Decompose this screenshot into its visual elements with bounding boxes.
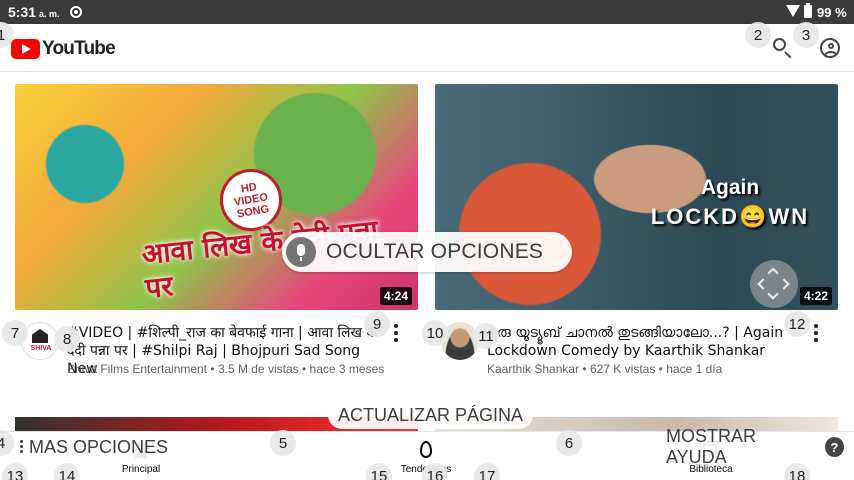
youtube-play-icon bbox=[11, 39, 40, 59]
battery-percent: 99 % bbox=[817, 5, 847, 20]
wifi-icon bbox=[786, 5, 800, 17]
more-actions-icon[interactable] bbox=[390, 324, 402, 344]
channel-name: Shiva Films Entertainment bbox=[67, 362, 208, 376]
more-options-label: MAS OPCIONES bbox=[29, 436, 169, 457]
video-subtitle: Kaarthik Shankar • 627 K vistas • hace 1… bbox=[487, 362, 723, 376]
upload-age: hace 3 meses bbox=[309, 362, 385, 376]
help-icon: ? bbox=[824, 437, 844, 457]
more-actions-icon[interactable] bbox=[810, 324, 822, 344]
voice-number-badge[interactable]: 12 bbox=[784, 311, 810, 337]
upload-age: hace 1 día bbox=[666, 362, 723, 376]
search-icon[interactable] bbox=[768, 34, 796, 62]
app-header: YouTube bbox=[0, 24, 854, 72]
view-count: 3.5 M de vistas bbox=[217, 362, 299, 376]
video-meta: ഒരു യൂട്യൂബ് ചാനൽ തുടങ്ങിയാലോ...? | Agai… bbox=[435, 310, 838, 410]
nav-label: Principal bbox=[121, 464, 161, 475]
trending-icon bbox=[416, 440, 436, 460]
youtube-wordmark: YouTube bbox=[42, 38, 116, 59]
more-options-button[interactable]: MAS OPCIONES bbox=[10, 433, 179, 461]
voice-number-badge[interactable]: 8 bbox=[54, 326, 80, 352]
voice-number-badge[interactable]: 6 bbox=[556, 430, 582, 456]
sync-icon bbox=[70, 6, 82, 18]
video-duration: 4:24 bbox=[379, 287, 412, 305]
hide-options-label: OCULTAR OPCIONES bbox=[326, 240, 544, 263]
refresh-page-label: ACTUALIZAR PÁGINA bbox=[338, 404, 524, 425]
status-bar: 5:31 a. m. 99 % bbox=[0, 0, 854, 24]
voice-number-badge[interactable]: 7 bbox=[2, 320, 28, 346]
channel-name: Kaarthik Shankar bbox=[487, 362, 580, 376]
video-thumbnail[interactable]: HD VIDEO SONG आवा लिख के देदी पन्ना पर 4… bbox=[15, 84, 418, 310]
voice-number-badge[interactable]: 11 bbox=[473, 323, 499, 349]
more-dots-icon bbox=[20, 439, 23, 455]
show-help-label: MOSTRAR AYUDA bbox=[666, 426, 756, 467]
status-ampm: a. m. bbox=[39, 9, 60, 19]
voice-number-badge[interactable]: 2 bbox=[745, 22, 771, 48]
voice-number-badge[interactable]: 9 bbox=[364, 311, 390, 337]
voice-number-badge[interactable]: 3 bbox=[793, 22, 819, 48]
hide-options-button[interactable]: OCULTAR OPCIONES bbox=[282, 232, 572, 272]
microphone-icon[interactable] bbox=[286, 237, 316, 267]
status-time: 5:31 a. m. bbox=[8, 4, 60, 20]
thumbnail-title-text: Again LOCKD😄WN bbox=[650, 176, 810, 229]
account-icon[interactable] bbox=[816, 34, 844, 62]
video-subtitle: Shiva Films Entertainment • 3.5 M de vis… bbox=[67, 362, 385, 376]
battery-icon bbox=[804, 3, 812, 18]
scroll-handle[interactable] bbox=[750, 260, 798, 308]
refresh-page-button[interactable]: ACTUALIZAR PÁGINA bbox=[328, 401, 534, 429]
video-duration: 4:22 bbox=[799, 287, 832, 305]
video-title[interactable]: ഒരു യൂട്യൂബ് ചാനൽ തുടങ്ങിയാലോ...? | Agai… bbox=[487, 324, 807, 360]
youtube-logo[interactable]: YouTube bbox=[11, 38, 116, 60]
show-help-button[interactable]: MOSTRAR AYUDA ? bbox=[656, 426, 854, 467]
voice-number-badge[interactable]: 5 bbox=[270, 430, 296, 456]
view-count: 627 K vistas bbox=[589, 362, 656, 376]
video-meta: SHIVA #VIDEO | #शिल्पी_राज का बेवफाई गान… bbox=[15, 310, 418, 410]
voice-number-badge[interactable]: 10 bbox=[422, 320, 448, 346]
